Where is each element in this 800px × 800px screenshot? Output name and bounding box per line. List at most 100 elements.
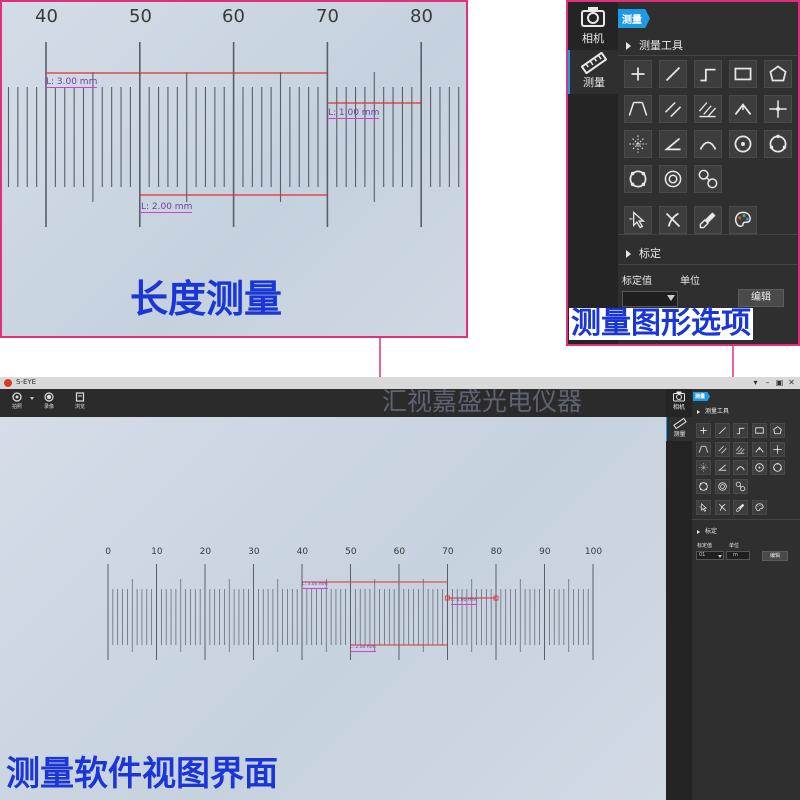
- tool-parallel-lines-button[interactable]: [659, 95, 687, 123]
- tool-palette-button[interactable]: [729, 206, 757, 234]
- tool-cross-center-button[interactable]: [764, 95, 792, 123]
- ruler-scale: [7, 42, 460, 227]
- tool-angle-lines-button[interactable]: [696, 441, 711, 457]
- main-cal-value-select[interactable]: 01: [696, 551, 724, 560]
- tool-three-point-circle-button[interactable]: [764, 130, 792, 158]
- tool-angle-lines-button[interactable]: [624, 95, 652, 123]
- expand-triangle-icon: [626, 250, 631, 258]
- tool-polyline-button[interactable]: [694, 60, 722, 88]
- chevron-down-icon: [718, 555, 722, 558]
- tool-select-move-button[interactable]: [696, 500, 711, 515]
- angle-vertex-icon: [754, 446, 764, 452]
- palette-icon: [754, 503, 763, 511]
- tool-circle-points-button[interactable]: [624, 165, 652, 193]
- browse-label: 浏览: [74, 404, 85, 410]
- tool-angle-button[interactable]: [659, 130, 687, 158]
- tool-angle-button[interactable]: [714, 460, 730, 475]
- caption-length-measure: 长度测量: [130, 276, 283, 321]
- edit-button[interactable]: 编辑: [738, 289, 784, 307]
- capture-label: 拍照: [11, 404, 22, 410]
- tool-polygon-button[interactable]: [764, 60, 792, 88]
- main-measure-panel: 相机 测量 测量 测量工具 标定 标定值 单位 01 m 编辑: [666, 389, 800, 800]
- tool-arc-button[interactable]: [694, 130, 722, 158]
- calibration-header-label: 标定: [639, 247, 661, 260]
- tool-rectangle-button[interactable]: [751, 423, 767, 438]
- zoomed-ruler-image: 40 50 60 70 80 L: 3.00 mm L: 1.00 mm L: …: [0, 0, 468, 338]
- main-tick-label-40: 40: [296, 547, 309, 557]
- tool-rectangle-button[interactable]: [729, 60, 757, 88]
- delete-icon: [718, 503, 726, 512]
- parallel-lines-icon: [717, 445, 727, 454]
- tool-arc-button[interactable]: [733, 460, 748, 475]
- circle-points-icon: [699, 481, 708, 491]
- tool-cross-center-button[interactable]: [770, 441, 785, 457]
- main-edit-button[interactable]: 编辑: [762, 551, 788, 561]
- window-menu-button[interactable]: ▾: [750, 377, 761, 388]
- window-minimize-button[interactable]: –: [762, 377, 773, 388]
- angle-lines-icon: [698, 445, 709, 453]
- main-tick-label-90: 90: [539, 547, 551, 557]
- polyline-icon: [736, 427, 745, 435]
- app-title: S-EYE: [16, 378, 37, 386]
- tool-clear-brush-button[interactable]: [733, 500, 748, 515]
- caption-software-view: 测量软件视图界面: [6, 754, 278, 794]
- polygon-icon: [769, 65, 787, 82]
- zoom-tick-label-70: 70: [316, 6, 339, 27]
- capture-dropdown-chevron-icon[interactable]: [30, 397, 34, 400]
- tool-line-button[interactable]: [659, 60, 687, 88]
- image-viewport[interactable]: 0 10 20 30 40 50 60 70 80 90 100 L: 3.00 mm L: 1.0…: [0, 417, 666, 800]
- tool-polygon-button[interactable]: [770, 423, 785, 438]
- zoom-measure-label-1mm: L: 1.00 mm: [328, 108, 380, 119]
- tool-multi-parallel-button[interactable]: [733, 441, 748, 457]
- circle-distance-icon: [735, 481, 746, 491]
- capture-button[interactable]: 拍照: [6, 392, 28, 410]
- zoom-tick-label-50: 50: [129, 6, 152, 27]
- tool-clear-brush-button[interactable]: [694, 206, 722, 234]
- tool-circle-points-button[interactable]: [696, 478, 711, 494]
- tool-multi-parallel-button[interactable]: [694, 95, 722, 123]
- tool-crosshair-point-button[interactable]: [696, 423, 711, 438]
- window-close-button[interactable]: ✕: [786, 377, 797, 388]
- tool-grid-points-button[interactable]: [696, 460, 711, 475]
- main-unit-select[interactable]: m: [726, 551, 750, 560]
- tool-polyline-button[interactable]: [733, 423, 748, 438]
- record-button[interactable]: 录像: [38, 392, 60, 410]
- tool-circle-center-button[interactable]: [751, 460, 767, 475]
- tool-three-point-circle-button[interactable]: [770, 460, 785, 475]
- tool-palette-button[interactable]: [751, 500, 767, 515]
- cross-center-icon: [773, 444, 782, 454]
- calibration-header[interactable]: 标定: [626, 245, 661, 261]
- main-unit-label: 单位: [729, 543, 740, 549]
- tool-concentric-circle-button[interactable]: [714, 478, 730, 494]
- tool-delete-button[interactable]: [659, 206, 687, 234]
- window-maximize-button[interactable]: ▣: [774, 377, 785, 388]
- unit-label: 单位: [680, 276, 700, 287]
- main-ruler-tick-labels: 0 10 20 30 40 50 60 70 80 90 100: [0, 417, 666, 800]
- tool-circle-distance-button[interactable]: [694, 165, 722, 193]
- main-calibration-header[interactable]: 标定: [697, 526, 717, 535]
- arc-icon: [736, 466, 745, 471]
- parallel-lines-icon: [664, 101, 682, 118]
- crosshair-point-icon: [631, 67, 645, 81]
- tool-line-button[interactable]: [714, 423, 730, 438]
- cross-center-icon: [769, 100, 787, 118]
- tool-select-move-button[interactable]: [624, 206, 652, 234]
- main-measure-label-1mm: L: 1.00 mm: [451, 598, 477, 605]
- folder-icon: [75, 392, 85, 402]
- tool-circle-distance-button[interactable]: [733, 478, 748, 494]
- tool-parallel-lines-button[interactable]: [714, 441, 730, 457]
- tool-grid-points-button[interactable]: [624, 130, 652, 158]
- main-measure-label-2mm: L: 2.00 mm: [350, 645, 376, 652]
- angle-icon: [664, 137, 681, 151]
- tool-delete-button[interactable]: [714, 500, 730, 515]
- tool-angle-vertex-button[interactable]: [729, 95, 757, 123]
- grid-points-icon: [629, 135, 647, 153]
- cal-value-select[interactable]: [622, 291, 678, 307]
- tool-angle-vertex-button[interactable]: [751, 441, 767, 457]
- tool-concentric-circle-button[interactable]: [659, 165, 687, 193]
- tool-crosshair-point-button[interactable]: [624, 60, 652, 88]
- browse-button[interactable]: 浏览: [69, 392, 91, 410]
- zoomed-panel-frame: 相机 测量 测量 测量工具 标定 标定值 单位 编辑 测量图形选项: [566, 0, 800, 346]
- tool-circle-center-button[interactable]: [729, 130, 757, 158]
- main-cal-value-label: 标定值: [697, 543, 713, 549]
